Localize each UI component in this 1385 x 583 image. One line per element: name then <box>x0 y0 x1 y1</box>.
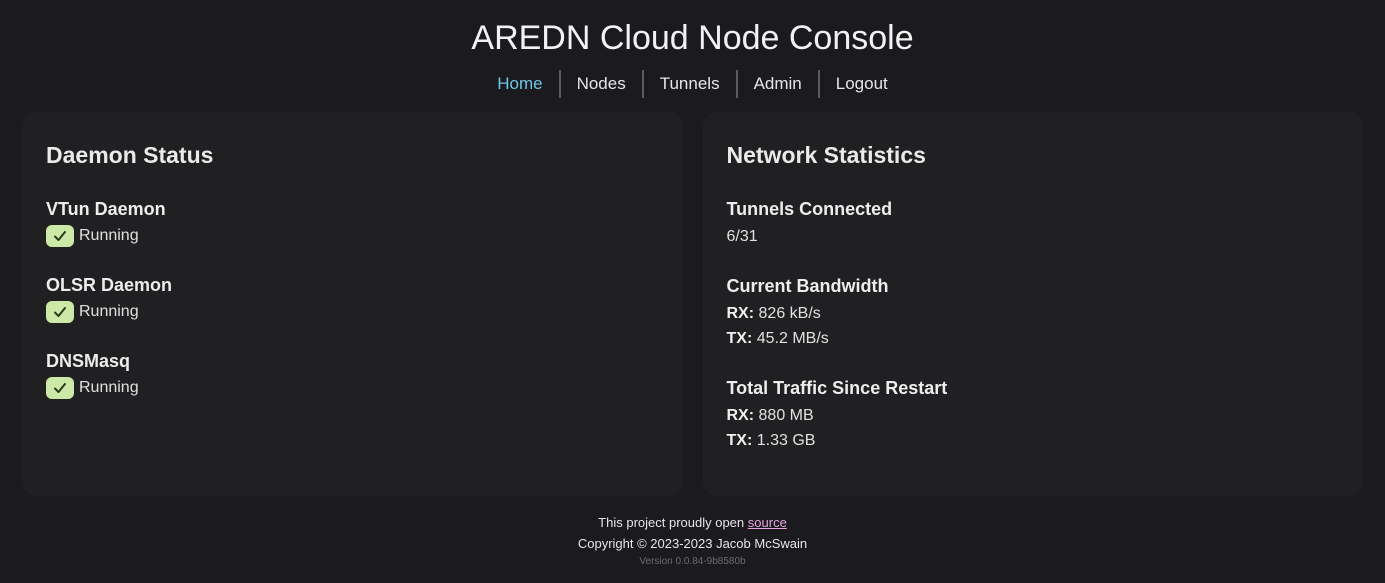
tx-label: TX: <box>726 432 753 449</box>
main-nav: Home Nodes Tunnels Admin Logout <box>0 70 1385 98</box>
network-statistics-title: Network Statistics <box>726 142 926 168</box>
current-bandwidth-block: Current Bandwidth RX: 826 kB/s TX: 45.2 … <box>727 275 1340 351</box>
nav-admin[interactable]: Admin <box>735 70 818 98</box>
network-statistics-panel: Network Statistics Tunnels Connected 6/3… <box>702 112 1363 496</box>
traffic-tx-line: TX: 1.33 GB <box>727 428 1340 453</box>
total-traffic-block: Total Traffic Since Restart RX: 880 MB T… <box>727 377 1340 453</box>
footer-project-text: This project proudly open <box>598 515 745 530</box>
footer-version: Version 0.0.84-9b8580b <box>639 556 746 567</box>
nav-tunnels[interactable]: Tunnels <box>641 70 736 98</box>
daemon-status-text: Running <box>79 379 139 396</box>
traffic-tx-value: 1.33 GB <box>756 432 816 449</box>
daemon-name: DNSMasq <box>46 351 131 371</box>
check-icon <box>46 301 74 323</box>
check-icon <box>46 225 74 247</box>
rx-label: RX: <box>726 305 755 322</box>
traffic-rx-value: 880 MB <box>758 407 814 424</box>
daemon-vtun: VTun Daemon Running <box>46 198 659 248</box>
rx-label: RX: <box>726 407 755 424</box>
tunnels-connected-value: 6/31 <box>726 228 758 245</box>
daemon-dnsmasq: DNSMasq Running <box>46 350 659 400</box>
daemon-olsr: OLSR Daemon Running <box>46 274 659 324</box>
footer-copyright: Copyright © 2023-2023 Jacob McSwain <box>577 536 808 551</box>
panels: Daemon Status VTun Daemon Running OLSR D… <box>0 112 1385 496</box>
daemon-status-text: Running <box>79 303 139 320</box>
nav-home[interactable]: Home <box>481 70 558 98</box>
app-title: AREDN Cloud Node Console <box>471 19 914 57</box>
daemon-status-title: Daemon Status <box>46 142 214 168</box>
check-icon <box>46 377 74 399</box>
daemon-status-text: Running <box>79 227 139 244</box>
header: AREDN Cloud Node Console Home Nodes Tunn… <box>0 0 1385 98</box>
daemon-status-row: Running <box>46 376 659 400</box>
bandwidth-rx-line: RX: 826 kB/s <box>727 301 1340 326</box>
tx-label: TX: <box>726 330 753 347</box>
footer: This project proudly open source Copyrig… <box>0 512 1385 570</box>
daemon-status-row: Running <box>46 300 659 324</box>
nav-logout[interactable]: Logout <box>817 70 904 98</box>
bandwidth-tx-line: TX: 45.2 MB/s <box>727 326 1340 351</box>
bandwidth-tx-value: 45.2 MB/s <box>756 330 829 347</box>
nav-nodes[interactable]: Nodes <box>558 70 642 98</box>
daemon-name: OLSR Daemon <box>46 275 173 295</box>
current-bandwidth-heading: Current Bandwidth <box>726 276 889 296</box>
traffic-rx-line: RX: 880 MB <box>727 403 1340 428</box>
daemon-name: VTun Daemon <box>46 199 166 219</box>
footer-project-line: This project proudly open source <box>0 512 1385 533</box>
total-traffic-heading: Total Traffic Since Restart <box>726 378 948 398</box>
daemon-status-panel: Daemon Status VTun Daemon Running OLSR D… <box>22 112 683 496</box>
daemon-status-row: Running <box>46 224 659 248</box>
tunnels-connected-block: Tunnels Connected 6/31 <box>727 198 1340 249</box>
tunnels-connected-heading: Tunnels Connected <box>726 199 893 219</box>
source-link[interactable]: source <box>748 515 787 530</box>
bandwidth-rx-value: 826 kB/s <box>758 305 821 322</box>
